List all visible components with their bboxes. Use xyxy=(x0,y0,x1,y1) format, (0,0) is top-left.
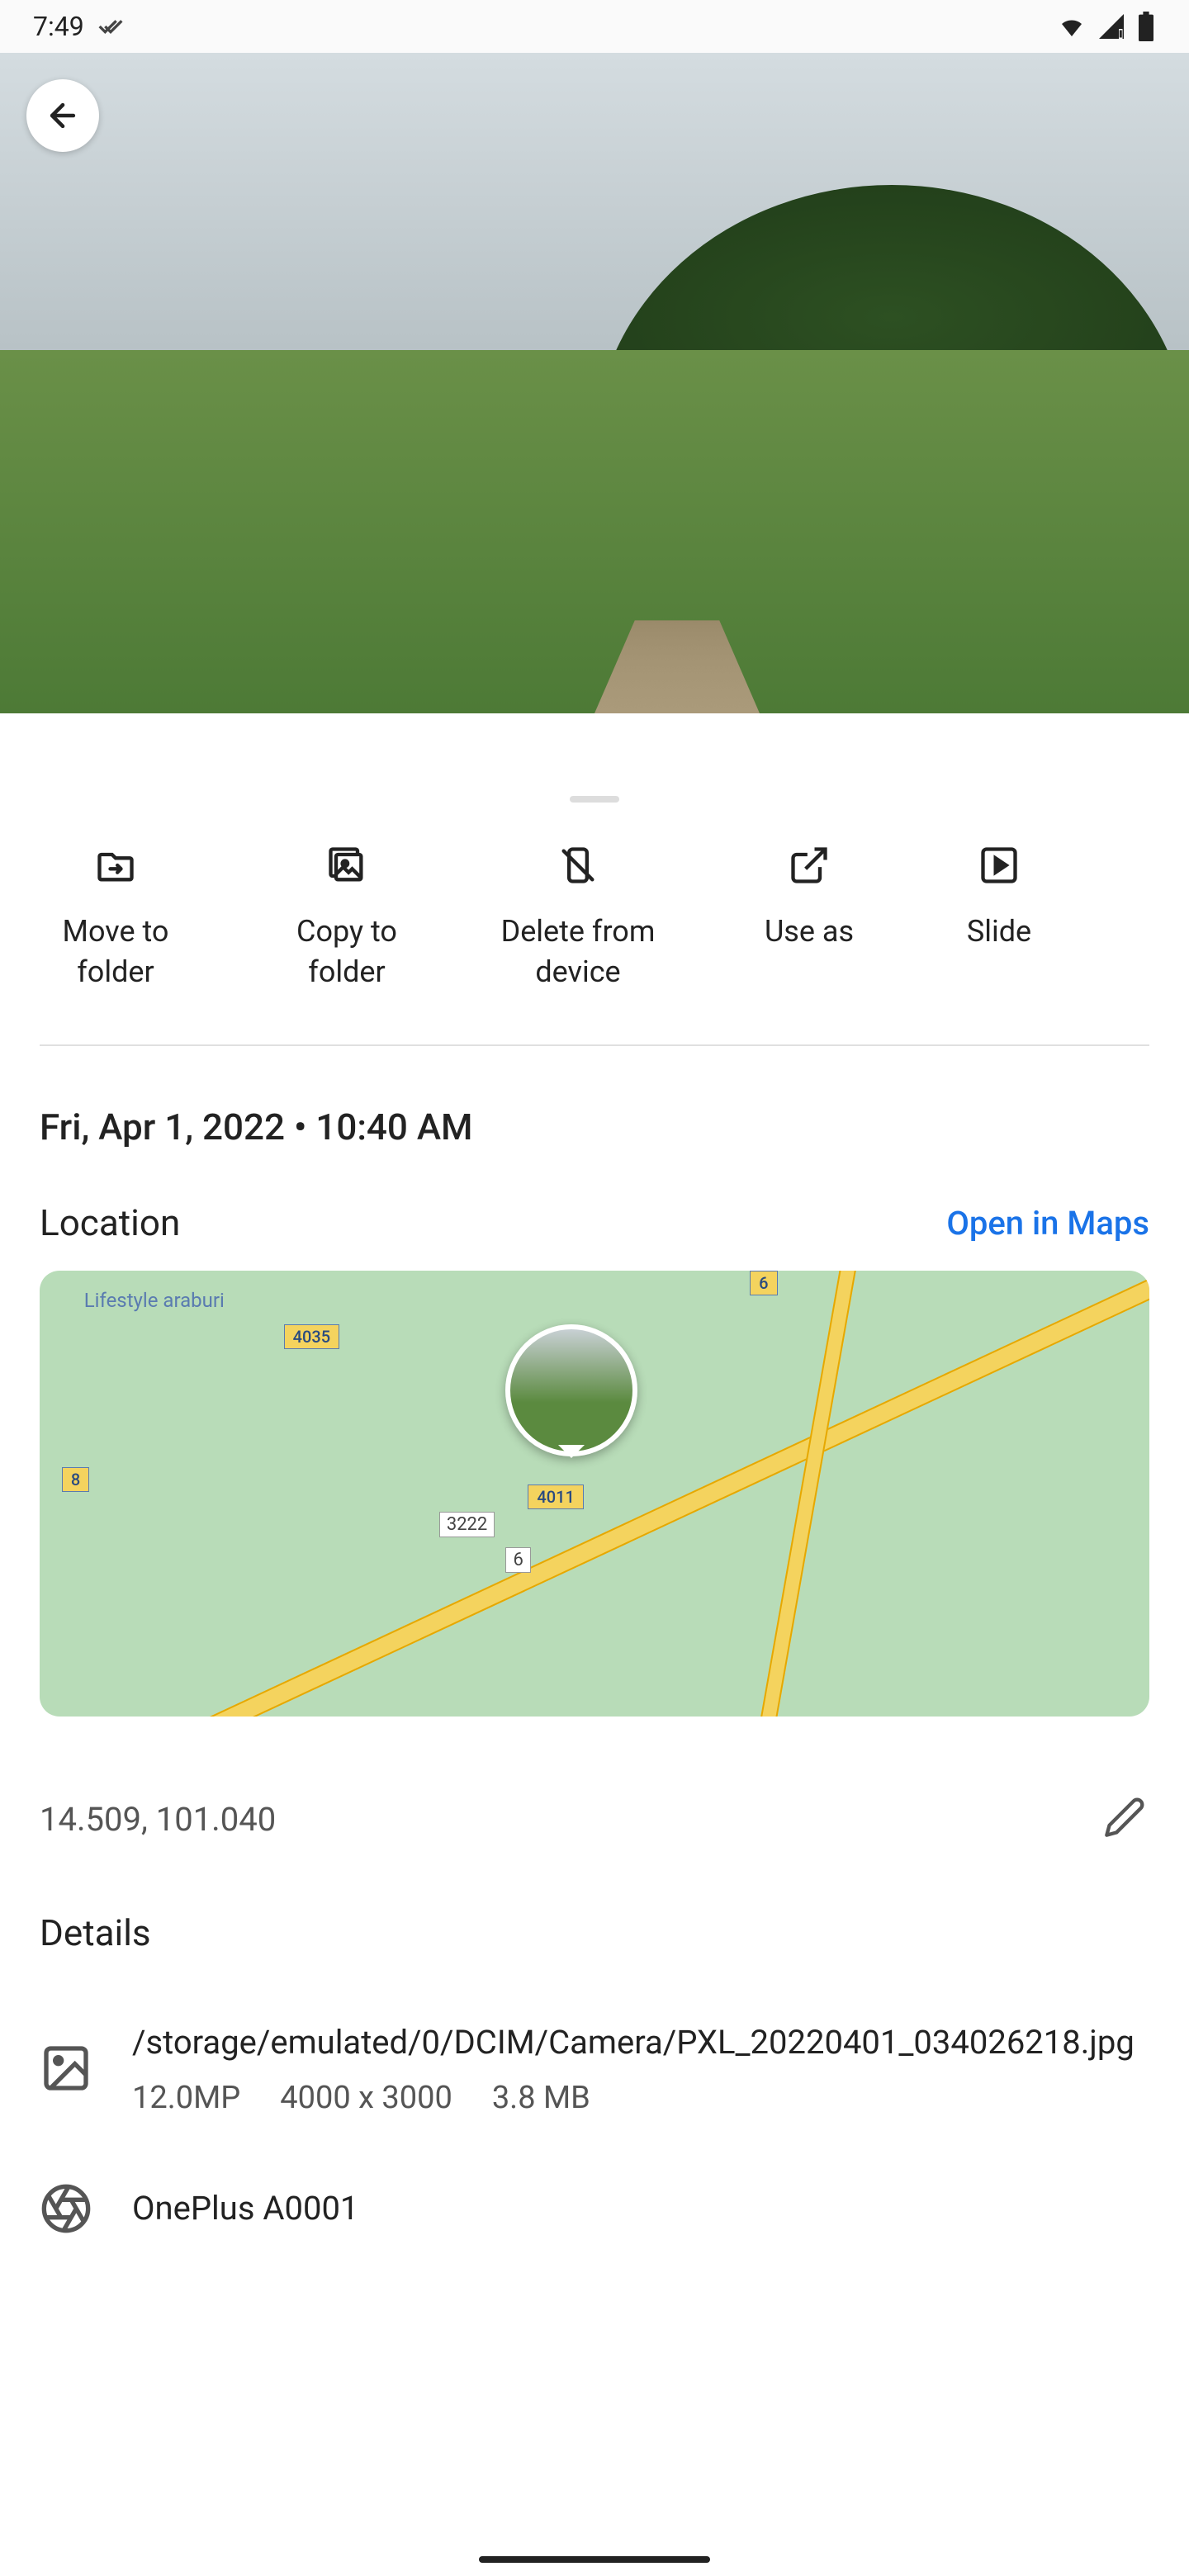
pencil-icon xyxy=(1103,1796,1146,1839)
status-icons xyxy=(1057,12,1156,41)
status-time: 7:49 xyxy=(33,11,84,42)
image-copy-icon xyxy=(324,842,370,888)
signal-icon xyxy=(1097,12,1126,41)
move-to-folder-action[interactable]: Move to folder xyxy=(0,842,231,992)
file-path: /storage/emulated/0/DCIM/Camera/PXL_2022… xyxy=(132,2020,1149,2065)
wifi-icon xyxy=(1057,12,1087,41)
location-title: Location xyxy=(40,1201,180,1244)
status-bar: 7:49 xyxy=(0,0,1189,53)
slideshow-icon xyxy=(976,842,1022,888)
map-shield: 4011 xyxy=(528,1485,583,1509)
image-icon xyxy=(40,2042,92,2095)
checkmark-icon xyxy=(97,13,124,40)
file-dimensions: 4000 x 3000 xyxy=(280,2080,452,2116)
edit-location-button[interactable] xyxy=(1103,1796,1149,1842)
action-label: Use as xyxy=(765,912,854,952)
camera-model: OnePlus A0001 xyxy=(132,2186,1149,2231)
nav-home-indicator[interactable] xyxy=(479,2556,710,2563)
detail-camera-row: OnePlus A0001 xyxy=(0,2116,1189,2235)
location-coordinates: 14.509, 101.040 xyxy=(40,1800,276,1839)
delete-from-device-action[interactable]: Delete from device xyxy=(462,842,694,992)
info-sheet: Move to folder Copy to folder Delete fro… xyxy=(0,776,1189,2576)
action-label: Delete from device xyxy=(501,912,656,992)
action-label: Move to folder xyxy=(63,912,169,992)
open-external-icon xyxy=(786,842,832,888)
photo-timestamp: Fri, Apr 1, 2022 • 10:40 AM xyxy=(0,1046,1189,1148)
map-shield: 8 xyxy=(62,1467,89,1492)
open-in-maps-link[interactable]: Open in Maps xyxy=(946,1204,1149,1243)
slideshow-action[interactable]: Slide xyxy=(925,842,1073,992)
back-button[interactable] xyxy=(26,79,99,152)
copy-to-folder-action[interactable]: Copy to folder xyxy=(231,842,462,992)
folder-move-icon xyxy=(92,842,139,888)
drag-handle[interactable] xyxy=(570,796,619,803)
map-shield: 6 xyxy=(750,1271,777,1295)
action-row[interactable]: Move to folder Copy to folder Delete fro… xyxy=(0,829,1189,1005)
battery-icon xyxy=(1136,12,1156,41)
map-poi-label: Lifestyle araburi xyxy=(84,1289,225,1313)
location-map[interactable]: Lifestyle araburi 4035 8 4011 6 3222 6 xyxy=(40,1271,1149,1717)
photo-hero[interactable] xyxy=(0,53,1189,713)
details-title: Details xyxy=(0,1842,1189,1954)
detail-file-row: /storage/emulated/0/DCIM/Camera/PXL_2022… xyxy=(0,1954,1189,2116)
use-as-action[interactable]: Use as xyxy=(694,842,925,992)
aperture-icon xyxy=(40,2182,92,2235)
map-road-label: 6 xyxy=(505,1547,530,1573)
map-photo-pin xyxy=(505,1324,637,1456)
arrow-left-icon xyxy=(45,97,81,134)
action-label: Copy to folder xyxy=(296,912,397,992)
file-size: 3.8 MB xyxy=(492,2080,590,2116)
map-shield: 4035 xyxy=(284,1324,339,1349)
file-megapixels: 12.0MP xyxy=(132,2080,240,2116)
action-label: Slide xyxy=(967,912,1031,952)
device-remove-icon xyxy=(555,842,601,888)
map-road-label: 3222 xyxy=(439,1512,495,1537)
